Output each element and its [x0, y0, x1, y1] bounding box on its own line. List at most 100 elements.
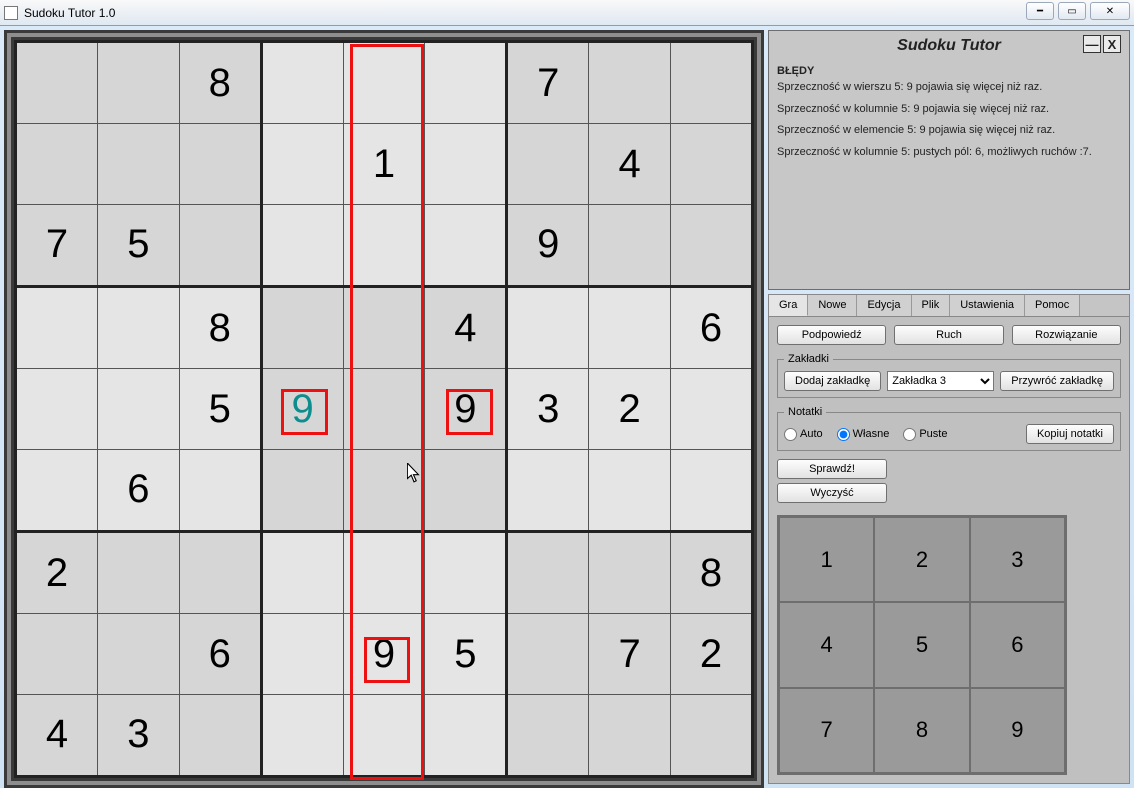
sudoku-cell[interactable] — [261, 449, 343, 531]
sudoku-cell[interactable] — [589, 532, 671, 614]
sudoku-cell[interactable] — [425, 449, 507, 531]
sudoku-cell[interactable]: 3 — [97, 694, 179, 776]
sudoku-cell[interactable] — [589, 42, 671, 124]
sudoku-cell[interactable] — [179, 694, 261, 776]
sudoku-cell[interactable] — [343, 532, 425, 614]
sudoku-cell[interactable]: 9 — [425, 369, 507, 450]
sudoku-cell[interactable] — [671, 449, 753, 531]
sudoku-cell[interactable] — [589, 694, 671, 776]
solve-button[interactable]: Rozwiązanie — [1012, 325, 1121, 345]
notes-radio-puste[interactable]: Puste — [903, 428, 947, 441]
sudoku-cell[interactable] — [507, 124, 589, 205]
sudoku-cell[interactable] — [179, 449, 261, 531]
numpad-5[interactable]: 5 — [874, 602, 969, 687]
clear-button[interactable]: Wyczyść — [777, 483, 887, 503]
window-maximize-button[interactable]: ▭ — [1058, 2, 1086, 20]
sudoku-cell[interactable]: 9 — [261, 369, 343, 450]
sudoku-cell[interactable]: 7 — [507, 42, 589, 124]
sudoku-cell[interactable] — [507, 449, 589, 531]
sudoku-cell[interactable] — [589, 204, 671, 286]
sudoku-cell[interactable]: 9 — [343, 614, 425, 695]
sudoku-cell[interactable]: 6 — [671, 287, 753, 369]
info-close-button[interactable]: X — [1103, 35, 1121, 53]
notes-radio-własne[interactable]: Własne — [837, 428, 890, 441]
sudoku-cell[interactable] — [425, 42, 507, 124]
sudoku-cell[interactable] — [261, 204, 343, 286]
tab-gra[interactable]: Gra — [769, 295, 808, 316]
sudoku-cell[interactable] — [97, 287, 179, 369]
hint-button[interactable]: Podpowiedź — [777, 325, 886, 345]
sudoku-cell[interactable] — [425, 204, 507, 286]
add-bookmark-button[interactable]: Dodaj zakładkę — [784, 371, 881, 391]
sudoku-cell[interactable]: 5 — [425, 614, 507, 695]
sudoku-cell[interactable] — [589, 449, 671, 531]
sudoku-cell[interactable] — [425, 694, 507, 776]
sudoku-cell[interactable] — [343, 449, 425, 531]
sudoku-cell[interactable] — [343, 369, 425, 450]
sudoku-cell[interactable] — [425, 532, 507, 614]
tab-nowe[interactable]: Nowe — [808, 295, 857, 316]
numpad-4[interactable]: 4 — [779, 602, 874, 687]
sudoku-cell[interactable] — [507, 287, 589, 369]
sudoku-grid[interactable]: 8714759846599326286957243 — [14, 40, 754, 778]
sudoku-cell[interactable] — [97, 42, 179, 124]
sudoku-cell[interactable]: 9 — [507, 204, 589, 286]
notes-radio-auto[interactable]: Auto — [784, 428, 823, 441]
sudoku-cell[interactable]: 2 — [671, 614, 753, 695]
window-close-button[interactable]: ✕ — [1090, 2, 1130, 20]
sudoku-cell[interactable] — [179, 532, 261, 614]
check-button[interactable]: Sprawdź! — [777, 459, 887, 479]
window-minimize-button[interactable]: ━ — [1026, 2, 1054, 20]
sudoku-cell[interactable] — [97, 532, 179, 614]
sudoku-cell[interactable] — [671, 369, 753, 450]
bookmark-select[interactable]: Zakładka 3 — [887, 371, 994, 391]
sudoku-cell[interactable] — [179, 204, 261, 286]
sudoku-cell[interactable] — [507, 694, 589, 776]
sudoku-cell[interactable] — [261, 614, 343, 695]
sudoku-cell[interactable] — [343, 287, 425, 369]
sudoku-cell[interactable] — [671, 124, 753, 205]
sudoku-cell[interactable]: 6 — [179, 614, 261, 695]
tab-plik[interactable]: Plik — [912, 295, 951, 316]
sudoku-cell[interactable] — [16, 369, 98, 450]
sudoku-cell[interactable]: 6 — [97, 449, 179, 531]
sudoku-cell[interactable]: 7 — [589, 614, 671, 695]
sudoku-cell[interactable] — [16, 449, 98, 531]
sudoku-cell[interactable]: 5 — [179, 369, 261, 450]
sudoku-cell[interactable]: 3 — [507, 369, 589, 450]
sudoku-cell[interactable] — [16, 287, 98, 369]
sudoku-cell[interactable] — [261, 287, 343, 369]
numpad-2[interactable]: 2 — [874, 517, 969, 602]
copy-notes-button[interactable]: Kopiuj notatki — [1026, 424, 1114, 444]
sudoku-cell[interactable] — [507, 614, 589, 695]
sudoku-cell[interactable] — [16, 614, 98, 695]
sudoku-cell[interactable]: 5 — [97, 204, 179, 286]
sudoku-cell[interactable] — [16, 124, 98, 205]
tab-ustawienia[interactable]: Ustawienia — [950, 295, 1025, 316]
numpad-9[interactable]: 9 — [970, 688, 1065, 773]
move-button[interactable]: Ruch — [894, 325, 1003, 345]
restore-bookmark-button[interactable]: Przywróć zakładkę — [1000, 371, 1114, 391]
sudoku-cell[interactable]: 7 — [16, 204, 98, 286]
sudoku-cell[interactable]: 2 — [16, 532, 98, 614]
sudoku-cell[interactable] — [671, 694, 753, 776]
numpad-8[interactable]: 8 — [874, 688, 969, 773]
sudoku-cell[interactable] — [261, 42, 343, 124]
sudoku-cell[interactable] — [261, 124, 343, 205]
sudoku-cell[interactable] — [261, 694, 343, 776]
tab-edycja[interactable]: Edycja — [857, 295, 911, 316]
numpad-3[interactable]: 3 — [970, 517, 1065, 602]
info-minimize-button[interactable]: — — [1083, 35, 1101, 53]
numpad-1[interactable]: 1 — [779, 517, 874, 602]
numpad-7[interactable]: 7 — [779, 688, 874, 773]
sudoku-cell[interactable] — [425, 124, 507, 205]
sudoku-cell[interactable] — [671, 204, 753, 286]
sudoku-cell[interactable] — [343, 694, 425, 776]
tab-pomoc[interactable]: Pomoc — [1025, 295, 1080, 316]
sudoku-cell[interactable]: 8 — [179, 42, 261, 124]
sudoku-cell[interactable] — [97, 369, 179, 450]
sudoku-cell[interactable]: 1 — [343, 124, 425, 205]
sudoku-cell[interactable] — [343, 204, 425, 286]
sudoku-cell[interactable] — [671, 42, 753, 124]
sudoku-cell[interactable]: 8 — [671, 532, 753, 614]
